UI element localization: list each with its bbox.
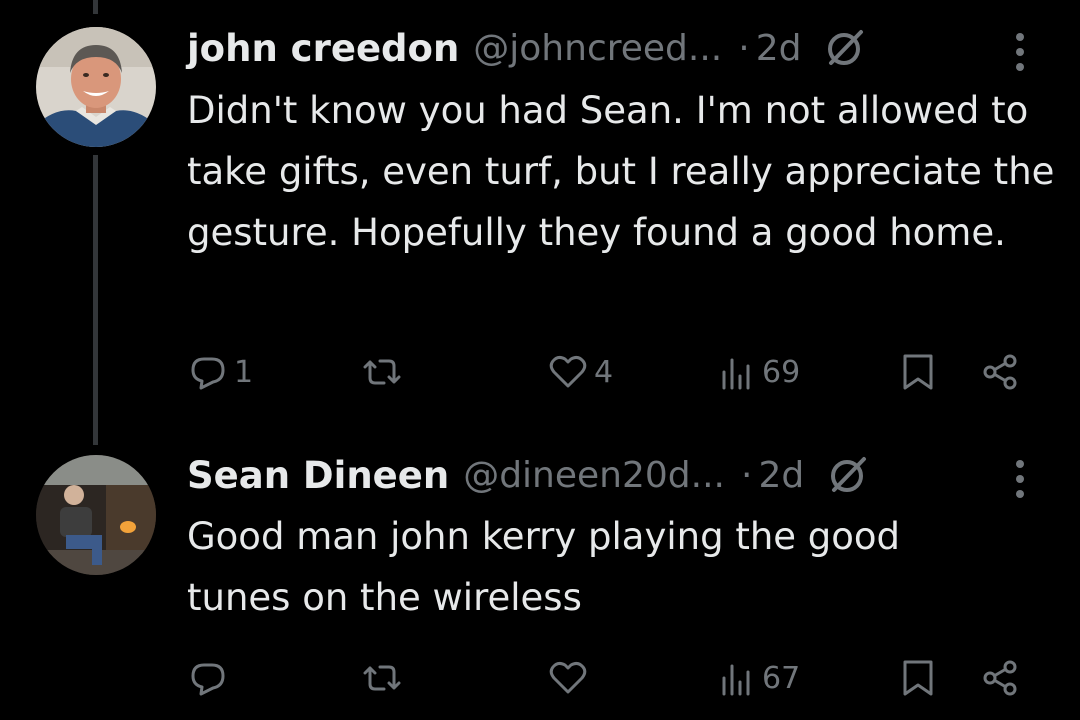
reply-button[interactable]: 1 — [188, 352, 253, 392]
like-icon — [549, 661, 587, 694]
share-icon — [983, 660, 1017, 696]
views-button[interactable]: 67 — [716, 658, 800, 698]
thread-line — [93, 155, 98, 445]
verified-icon — [828, 30, 864, 65]
view-count: 67 — [762, 660, 801, 696]
view-count: 69 — [762, 354, 801, 390]
tweet-text: Didn't know you had Sean. I'm not allowe… — [187, 89, 1055, 254]
tweet-header: john creedon @johncreed... · 2d — [187, 23, 867, 73]
author-name[interactable]: john creedon — [187, 27, 459, 70]
retweet-icon — [363, 359, 401, 385]
timestamp[interactable]: 2d — [756, 28, 802, 69]
separator-dot: · — [738, 27, 750, 69]
retweet-icon — [363, 665, 401, 691]
like-button[interactable] — [548, 658, 594, 698]
retweet-button[interactable] — [362, 352, 408, 392]
avatar[interactable] — [36, 455, 156, 575]
verified-icon — [831, 457, 867, 492]
bookmark-icon — [903, 354, 933, 390]
tweet-header: Sean Dineen @dineen20d... · 2d — [187, 450, 870, 500]
views-icon — [722, 664, 750, 696]
author-handle[interactable]: @johncreed... — [473, 28, 722, 69]
views-icon — [722, 358, 750, 390]
avatar-sean-dineen-image — [36, 455, 156, 575]
share-button[interactable] — [980, 352, 1020, 392]
like-count: 4 — [594, 354, 614, 390]
like-icon — [549, 355, 587, 388]
views-button[interactable]: 69 — [716, 352, 800, 392]
like-button[interactable]: 4 — [548, 352, 613, 392]
reply-icon — [191, 357, 225, 390]
reply-count: 1 — [234, 354, 254, 390]
share-button[interactable] — [980, 658, 1020, 698]
more-icon[interactable] — [1002, 454, 1038, 504]
thread-line-top — [93, 0, 98, 14]
share-icon — [983, 354, 1017, 390]
avatar[interactable] — [36, 27, 156, 147]
timestamp[interactable]: 2d — [758, 455, 804, 496]
bookmark-button[interactable] — [898, 352, 938, 392]
reply-icon — [191, 663, 225, 696]
reply-button[interactable] — [188, 658, 234, 698]
more-icon[interactable] — [1002, 27, 1038, 77]
author-handle[interactable]: @dineen20d... — [463, 455, 725, 496]
separator-dot: · — [740, 454, 753, 496]
tweet-text: Good man john kerry playing the good tun… — [187, 515, 901, 619]
bookmark-button[interactable] — [898, 658, 938, 698]
bookmark-icon — [903, 660, 933, 696]
retweet-button[interactable] — [362, 658, 408, 698]
author-name[interactable]: Sean Dineen — [187, 454, 449, 497]
avatar-john-creedon-image — [36, 27, 156, 147]
